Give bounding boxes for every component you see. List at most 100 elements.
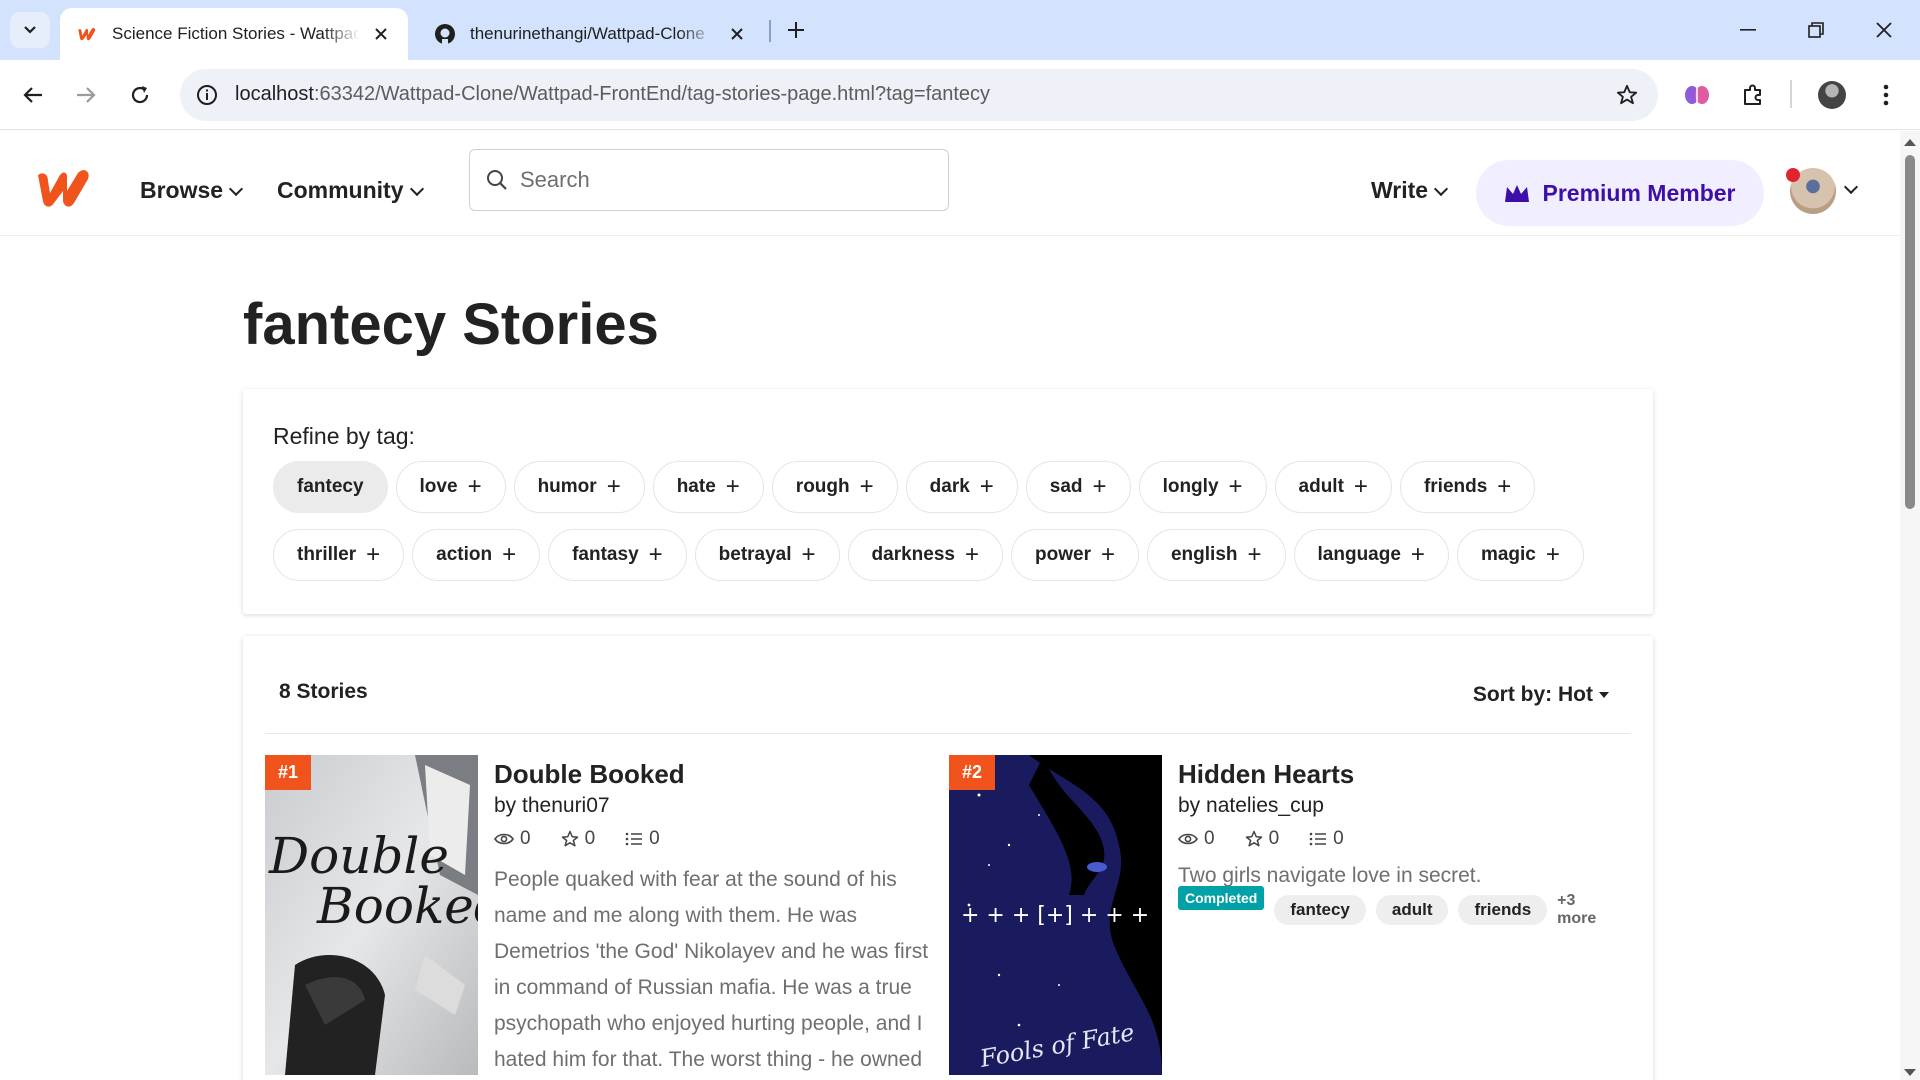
- list-icon: [625, 832, 643, 846]
- url-text: localhost:63342/Wattpad-Clone/Wattpad-Fr…: [235, 83, 991, 105]
- tag-pill[interactable]: darkness +: [847, 529, 1004, 581]
- browser-tab-active[interactable]: Science Fiction Stories - Wattpad: [60, 8, 408, 60]
- plus-icon: +: [859, 473, 874, 500]
- plus-icon: +: [467, 473, 482, 500]
- bookmark-star-icon[interactable]: [1614, 82, 1640, 108]
- story-details: Hidden Hearts by natelies_cup 0 0 0 Two …: [1178, 755, 1618, 928]
- tag-pill[interactable]: language +: [1293, 529, 1449, 581]
- forward-button[interactable]: [68, 77, 104, 113]
- rank-badge: #2: [949, 755, 995, 790]
- tag-pill[interactable]: action +: [412, 529, 541, 581]
- story-stats: 0 0 0: [1178, 828, 1618, 850]
- tag-row: thriller + action + fantasy + betrayal + dar…: [273, 529, 1584, 581]
- close-window-button[interactable]: [1864, 12, 1904, 48]
- brain-extension-icon[interactable]: [1679, 77, 1715, 113]
- browse-label: Browse: [140, 177, 224, 203]
- write-label: Write: [1371, 177, 1429, 203]
- plus-icon: +: [648, 541, 663, 568]
- plus-icon: +: [1228, 473, 1243, 500]
- story-title[interactable]: Hidden Hearts: [1178, 759, 1618, 790]
- tag-pill[interactable]: dark +: [905, 461, 1018, 513]
- tag-pill[interactable]: magic +: [1456, 529, 1584, 581]
- plus-icon: +: [1410, 541, 1425, 568]
- close-icon: [1876, 22, 1892, 38]
- tag-pill[interactable]: fantasy +: [548, 529, 687, 581]
- browser-profile-avatar[interactable]: [1814, 77, 1850, 113]
- reload-button[interactable]: [122, 77, 158, 113]
- story-cover[interactable]: #1 Double Booked: [265, 755, 478, 1075]
- scrollbar-thumb[interactable]: [1905, 155, 1915, 509]
- write-menu[interactable]: Write: [1371, 177, 1449, 204]
- address-bar[interactable]: localhost:63342/Wattpad-Clone/Wattpad-Fr…: [180, 69, 1658, 121]
- tag-pill[interactable]: longly +: [1138, 461, 1267, 513]
- tag-pill[interactable]: thriller +: [273, 529, 405, 581]
- chevron-down-icon[interactable]: [1843, 179, 1859, 195]
- browser-menu-icon[interactable]: [1868, 77, 1904, 113]
- story-cover[interactable]: #2 + + + [+] + + + Fools of Fate: [949, 755, 1162, 1075]
- plus-icon: [788, 22, 804, 38]
- browse-menu[interactable]: Browse: [140, 177, 244, 204]
- page-scrollbar[interactable]: [1900, 131, 1920, 1080]
- wattpad-logo-icon[interactable]: [34, 167, 94, 209]
- browser-tab-github[interactable]: thenurinethangi/Wattpad-Clone: [418, 8, 764, 60]
- scroll-down-arrow-icon[interactable]: [1904, 1069, 1916, 1076]
- tag-pill[interactable]: friends +: [1399, 461, 1536, 513]
- story-tag[interactable]: fantecy: [1274, 895, 1366, 925]
- caret-down-icon: [1599, 692, 1609, 698]
- tag-pill[interactable]: adult +: [1274, 461, 1392, 513]
- close-tab-icon[interactable]: [726, 23, 748, 45]
- crown-icon: [1505, 185, 1530, 202]
- browser-tab-bar: Science Fiction Stories - Wattpad thenur…: [0, 0, 1920, 60]
- votes-stat: 0: [561, 828, 595, 850]
- tab-search-button[interactable]: [10, 12, 50, 48]
- plus-icon: +: [1353, 473, 1368, 500]
- restore-button[interactable]: [1796, 12, 1836, 48]
- close-tab-icon[interactable]: [370, 23, 392, 45]
- story-item[interactable]: #2 + + + [+] + + + Fools of Fate Hidden …: [949, 755, 1619, 1080]
- minimize-button[interactable]: [1728, 12, 1768, 48]
- story-title[interactable]: Double Booked: [494, 759, 934, 790]
- tag-pill[interactable]: sad +: [1025, 461, 1131, 513]
- story-details: Double Booked by thenuri07 0 0 0 People …: [494, 755, 934, 1078]
- list-icon: [1309, 832, 1327, 846]
- tag-pill[interactable]: power +: [1011, 529, 1139, 581]
- more-tags-link[interactable]: +3 more: [1557, 892, 1618, 928]
- reads-stat: 0: [494, 828, 531, 850]
- site-info-icon[interactable]: [194, 82, 220, 108]
- plus-icon: +: [366, 541, 381, 568]
- reload-icon: [131, 86, 149, 104]
- minimize-icon: [1740, 29, 1756, 31]
- scroll-up-arrow-icon[interactable]: [1904, 139, 1916, 146]
- cover-image-double-booked: Double Booked: [265, 755, 478, 1075]
- tag-pill[interactable]: humor +: [513, 461, 645, 513]
- tag-pill[interactable]: love +: [395, 461, 506, 513]
- story-author[interactable]: by natelies_cup: [1178, 794, 1618, 818]
- back-button[interactable]: [15, 77, 51, 113]
- stories-count: 8 Stories: [279, 680, 368, 703]
- tag-pill[interactable]: english +: [1146, 529, 1286, 581]
- new-tab-button[interactable]: [780, 14, 812, 46]
- arrow-left-icon: [23, 87, 42, 103]
- story-item[interactable]: #1 Double Booke d: [265, 755, 935, 1080]
- premium-member-button[interactable]: Premium Member: [1476, 160, 1764, 226]
- sort-dropdown[interactable]: Sort by: Hot: [1473, 683, 1609, 707]
- plus-icon: +: [1497, 473, 1512, 500]
- community-menu[interactable]: Community: [277, 177, 424, 204]
- premium-label: Premium Member: [1542, 179, 1736, 206]
- tag-pill-selected[interactable]: fantecy: [273, 461, 388, 513]
- search-input[interactable]: Search: [469, 149, 949, 211]
- tab-separator: [769, 20, 771, 42]
- tag-pill[interactable]: rough +: [771, 461, 898, 513]
- votes-stat: 0: [1245, 828, 1279, 850]
- extensions-puzzle-icon[interactable]: [1735, 77, 1771, 113]
- stories-card: 8 Stories Sort by: Hot #1 Double Booke D…: [243, 636, 1653, 1080]
- browser-toolbar: localhost:63342/Wattpad-Clone/Wattpad-Fr…: [0, 60, 1920, 130]
- tag-pill[interactable]: betrayal +: [694, 529, 840, 581]
- story-tags-row: Completed fantecy adult friends +3 more: [1178, 886, 1618, 928]
- story-tag[interactable]: adult: [1375, 895, 1449, 925]
- eye-icon: [1178, 833, 1198, 845]
- plus-icon: +: [1247, 541, 1262, 568]
- story-author[interactable]: by thenuri07: [494, 794, 934, 818]
- tag-pill[interactable]: hate +: [652, 461, 764, 513]
- story-tag[interactable]: friends: [1458, 895, 1548, 925]
